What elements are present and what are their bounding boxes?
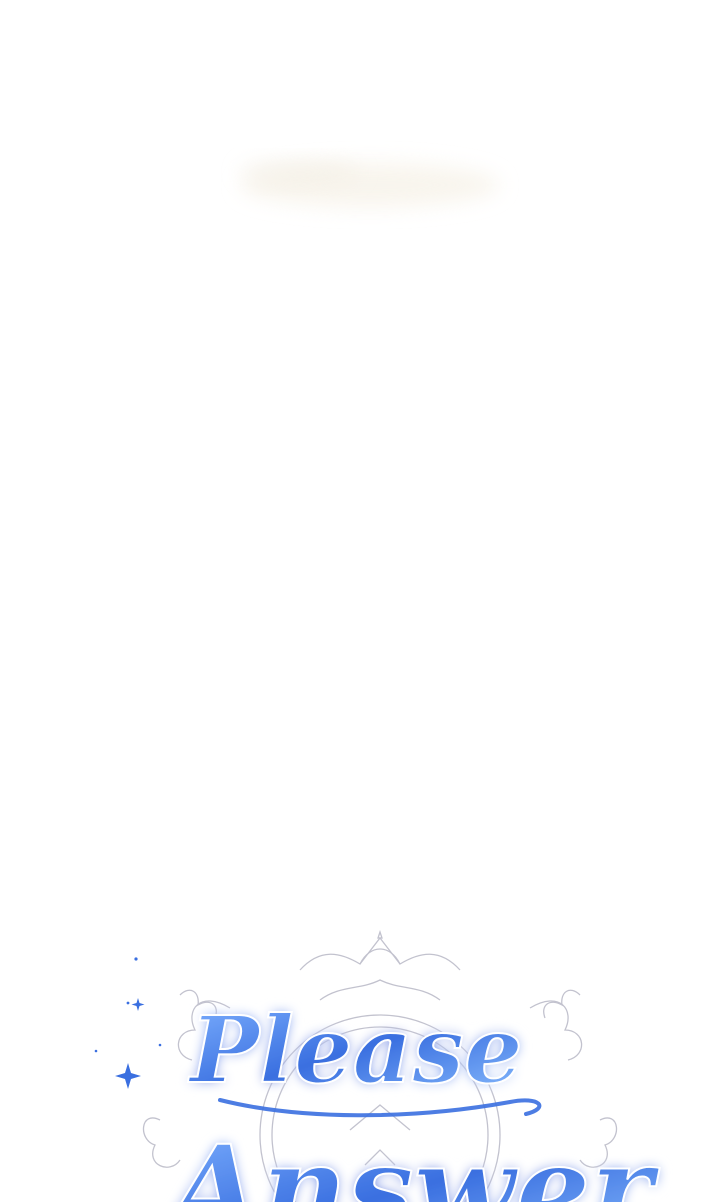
title-line-2: Answer: [160, 1119, 660, 1202]
title-text: Please Answer: [159, 995, 661, 1202]
faint-smudge: [240, 160, 500, 207]
title-logo: Please Answer: [94, 930, 661, 1202]
comic-panel: Please Answer: [0, 0, 720, 1202]
sparkle-icons: [94, 957, 162, 1089]
title-line-1: Please: [187, 996, 523, 1104]
